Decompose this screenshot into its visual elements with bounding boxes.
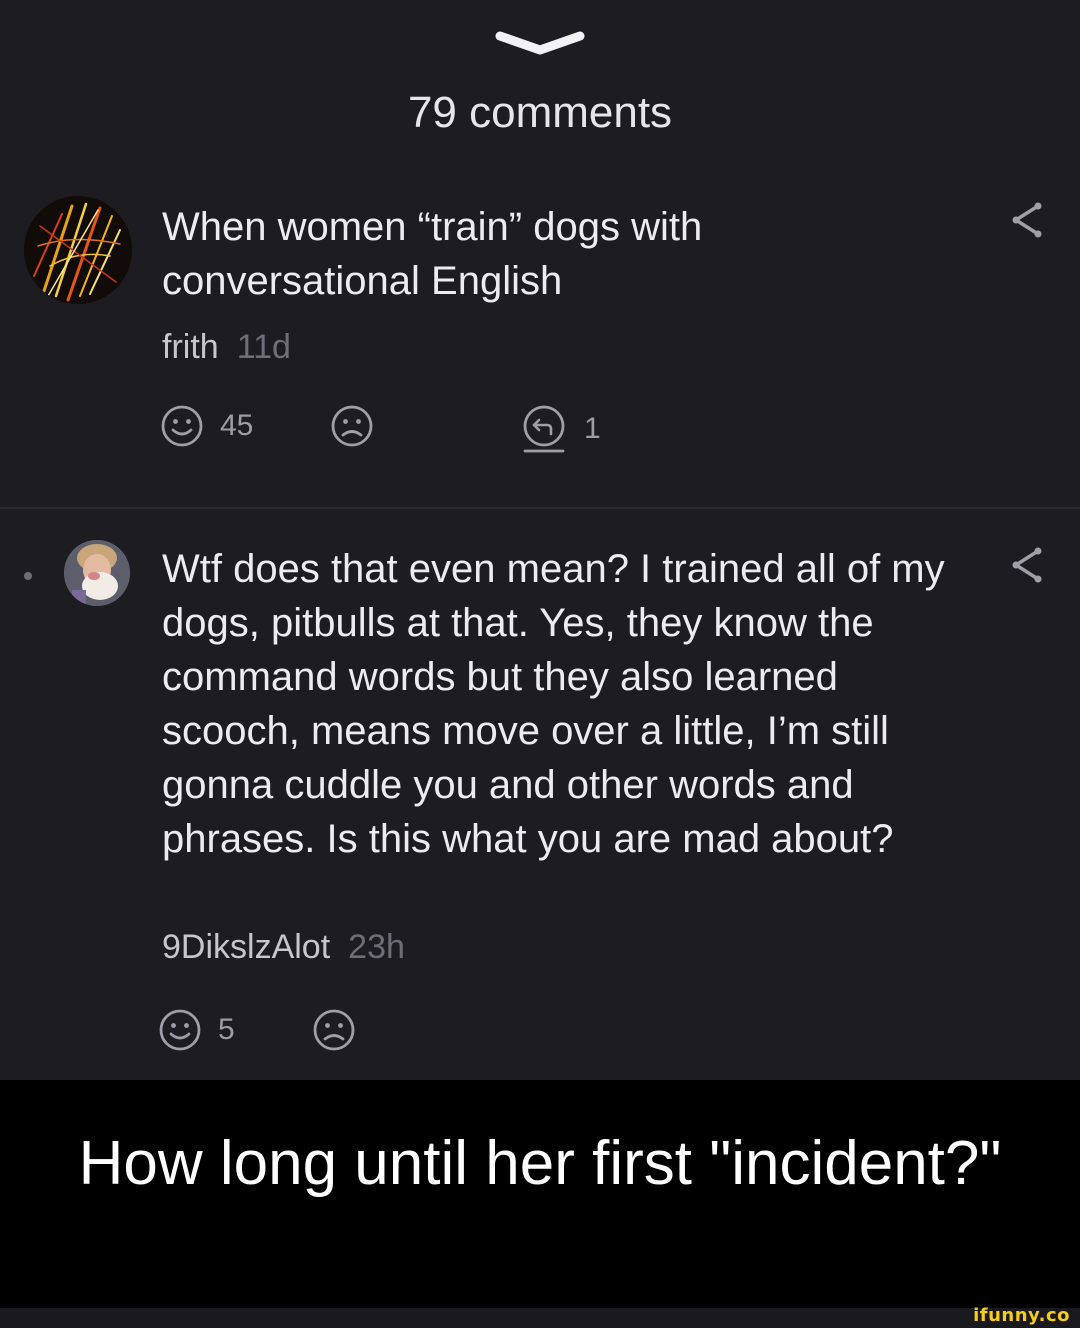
reply-indent-dot xyxy=(24,572,32,580)
comment-text: Wtf does that even mean? I trained all o… xyxy=(162,547,945,861)
comment-time: 23h xyxy=(348,928,405,966)
comment-meta: frith 11d xyxy=(162,328,291,367)
like-button[interactable]: 5 xyxy=(158,1008,235,1052)
avatar[interactable] xyxy=(24,196,132,304)
comment-time: 11d xyxy=(236,328,291,366)
sad-icon xyxy=(313,1009,355,1051)
share-icon[interactable] xyxy=(1010,200,1042,240)
reply-button[interactable]: 1 xyxy=(522,404,601,454)
smile-icon xyxy=(161,405,203,447)
comments-screen: 79 comments When women “train” dogs with… xyxy=(0,0,1080,1080)
like-count: 45 xyxy=(220,409,254,442)
avatar-image xyxy=(24,196,132,304)
reply-icon xyxy=(523,405,565,453)
comment-text: When women “train” dogs with conversatio… xyxy=(162,205,703,303)
comment-divider xyxy=(0,507,1080,509)
like-button[interactable]: 45 xyxy=(160,404,253,448)
watermark-bar: ifunny.co xyxy=(0,1305,1080,1328)
dislike-button[interactable] xyxy=(312,1008,356,1052)
smile-icon xyxy=(159,1009,201,1051)
share-icon[interactable] xyxy=(1010,545,1042,585)
ifunny-watermark: ifunny.co xyxy=(973,1305,1070,1326)
comment-username[interactable]: 9DikslzAlot xyxy=(162,928,330,966)
dislike-button[interactable] xyxy=(330,404,374,448)
sad-icon xyxy=(331,405,373,447)
comment-meta: 9DikslzAlot 23h xyxy=(162,928,405,967)
meme-caption: How long until her first "incident?" xyxy=(78,1129,1002,1198)
comments-count: 79 comments xyxy=(407,88,673,137)
reply-count: 1 xyxy=(584,412,601,445)
like-count: 5 xyxy=(218,1013,235,1046)
avatar-image xyxy=(64,540,130,606)
chevron-down-icon[interactable] xyxy=(494,28,586,58)
comment-username[interactable]: frith xyxy=(162,328,219,366)
avatar[interactable] xyxy=(64,540,130,606)
